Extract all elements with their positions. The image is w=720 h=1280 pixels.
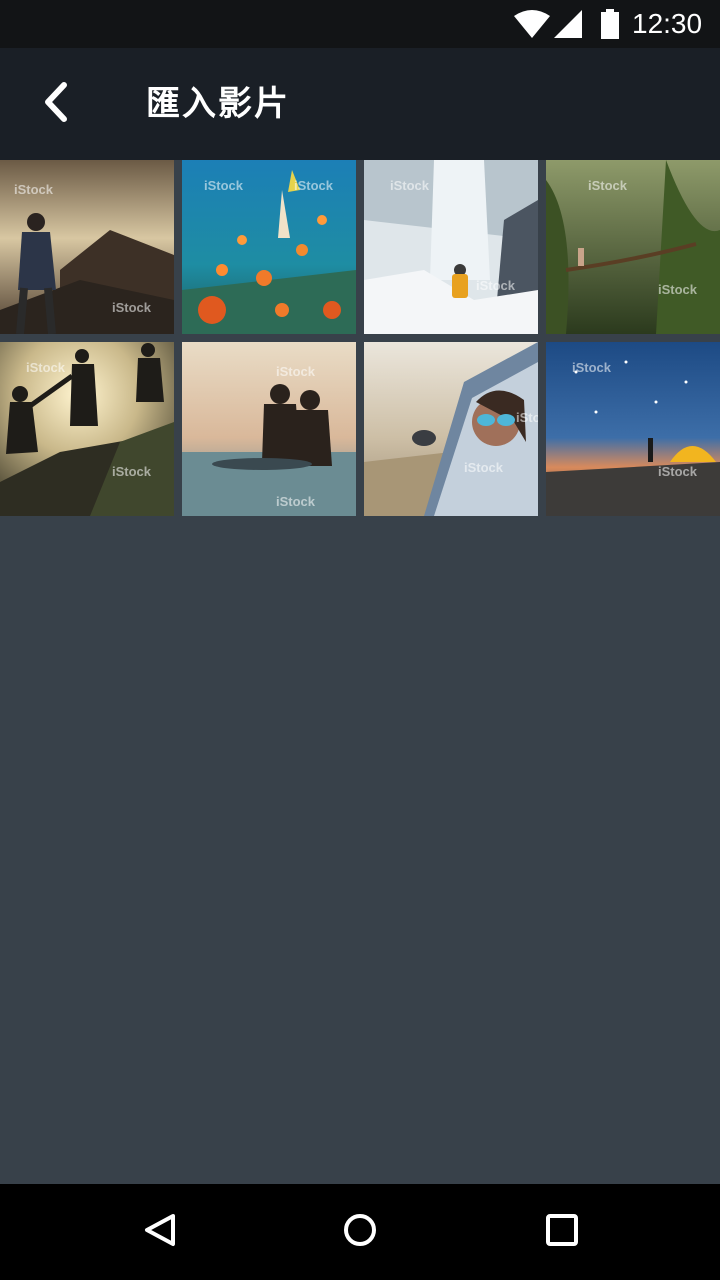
watermark: iStock — [14, 182, 54, 197]
video-thumbnail-waterfall[interactable]: iStock iStock — [364, 160, 538, 334]
back-button[interactable] — [28, 76, 84, 132]
video-thumbnail-bridge[interactable]: iStock iStock — [546, 160, 720, 334]
page-title: 匯入影片 — [146, 84, 290, 124]
video-thumbnail-surfers[interactable]: iStock iStock — [182, 342, 356, 516]
nav-recents-button[interactable] — [532, 1202, 592, 1262]
watermark: iStock — [516, 410, 538, 425]
watermark: iStock — [112, 464, 152, 479]
thumbnail-image — [364, 342, 538, 516]
watermark: iStock — [464, 460, 504, 475]
cell-signal-icon — [554, 10, 582, 42]
status-bar: 12:30 — [0, 0, 720, 48]
wifi-icon — [514, 10, 550, 42]
nav-home-button[interactable] — [330, 1202, 390, 1262]
watermark: iStock — [588, 178, 628, 193]
watermark: iStock — [294, 178, 334, 193]
chevron-left-icon — [42, 82, 70, 126]
thumbnail-image — [546, 160, 720, 334]
app-bar: 匯入影片 — [0, 48, 720, 160]
video-thumbnail-car[interactable]: iStock iStock — [364, 342, 538, 516]
watermark: iStock — [476, 278, 516, 293]
clock: 12:30 — [632, 8, 703, 39]
watermark: iStock — [204, 178, 244, 193]
battery-icon — [600, 9, 620, 43]
video-thumbnail-tent[interactable]: iStock iStock — [546, 342, 720, 516]
watermark: iStock — [658, 282, 698, 297]
nav-back-button[interactable] — [130, 1202, 190, 1262]
video-thumbnail-climb[interactable]: iStock iStock — [0, 342, 174, 516]
video-thumbnail-hiker[interactable]: iStock iStock — [0, 160, 174, 334]
thumbnail-image — [182, 342, 356, 516]
home-circle-icon — [343, 1213, 377, 1251]
recents-square-icon — [545, 1213, 579, 1251]
watermark: iStock — [390, 178, 430, 193]
watermark: iStock — [276, 364, 316, 379]
video-thumbnail-snorkeler[interactable]: iStock iStock — [182, 160, 356, 334]
system-nav-bar — [0, 1184, 720, 1280]
watermark: iStock — [276, 494, 316, 509]
watermark: iStock — [26, 360, 66, 375]
watermark: iStock — [658, 464, 698, 479]
back-triangle-icon — [143, 1213, 177, 1251]
watermark: iStock — [112, 300, 152, 315]
watermark: iStock — [572, 360, 612, 375]
